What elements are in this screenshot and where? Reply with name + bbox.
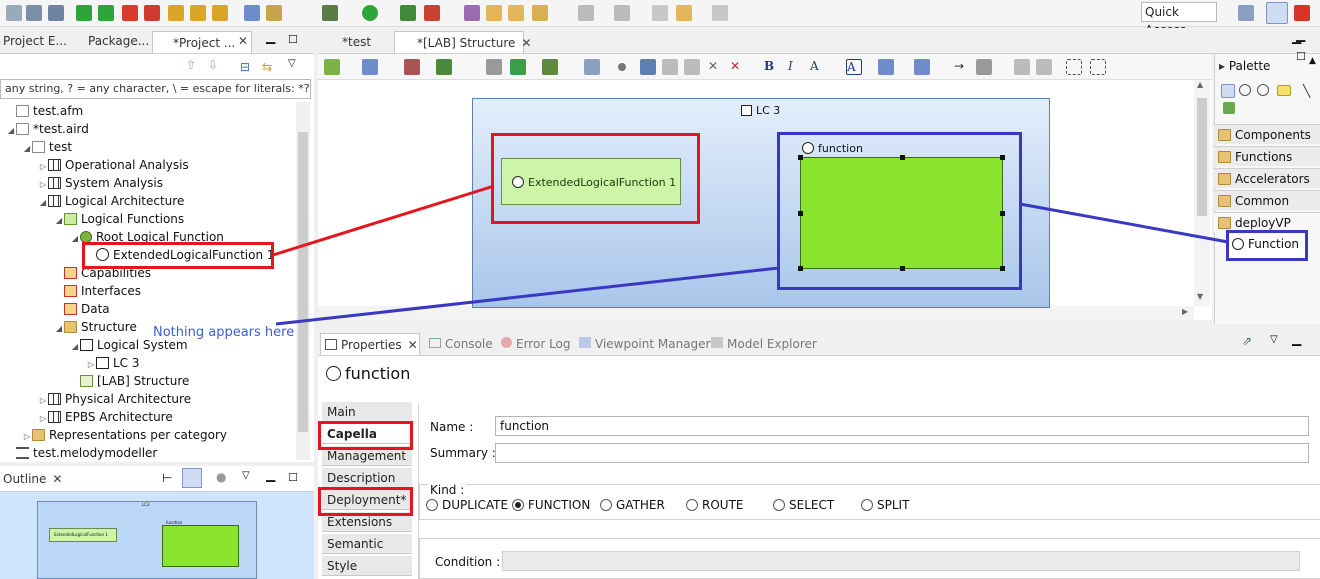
highlight-diagram-function [777,132,1022,290]
blue-connector-line-right [1019,202,1229,244]
highlight-deployment-tab [318,487,413,516]
highlight-palette-function [1226,230,1308,261]
blue-connector-line-left [275,266,780,326]
annotation-text: Nothing appears here [153,325,295,340]
highlight-capella-tab [318,421,413,450]
red-connector-line [272,184,495,257]
highlight-diagram-elf [491,133,700,224]
annotation-connectors [272,184,1229,326]
highlight-tree-elf [82,242,274,269]
